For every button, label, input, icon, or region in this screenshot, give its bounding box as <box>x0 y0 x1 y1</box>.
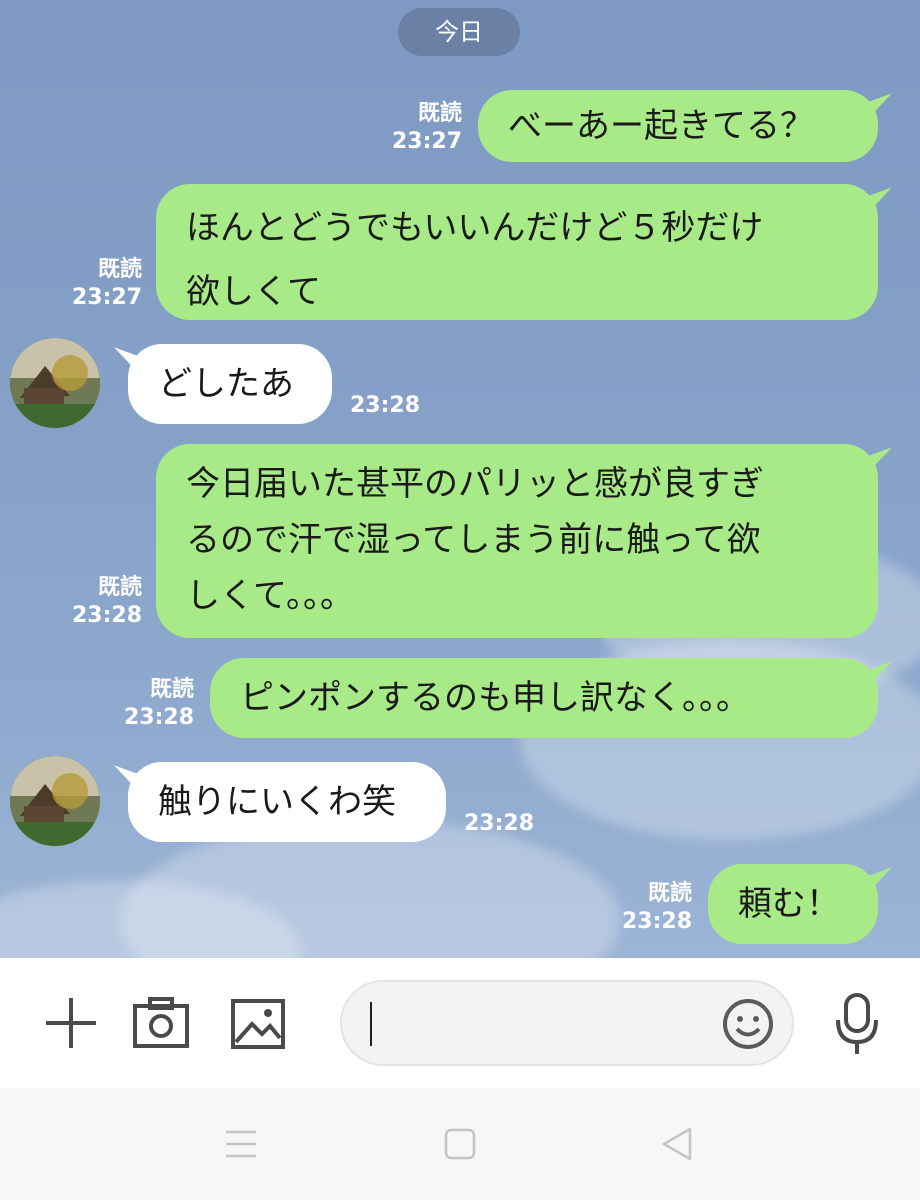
read-receipt: 既読 <box>647 881 692 906</box>
message-meta: 既読 23:27 <box>60 256 142 312</box>
message-meta: 既読 23:27 <box>380 100 462 156</box>
message-line: るので汗で湿ってしまう前に触って欲 <box>186 520 761 560</box>
message-bubble[interactable]: どしたあ <box>128 344 332 424</box>
message-bubble[interactable]: ほんとどうでもいいんだけど５秒だけ 欲しくて <box>156 184 878 320</box>
avatar-photo-icon <box>10 756 100 846</box>
contact-avatar[interactable] <box>10 338 100 428</box>
message-text: どしたあ <box>158 364 294 404</box>
message-time: 23:28 <box>350 393 421 418</box>
microphone-icon[interactable] <box>834 992 880 1060</box>
chat-area[interactable]: 今日 既読 23:27 べーあー起きてる？ 既読 23:27 ほんとどうでもいい… <box>0 0 920 958</box>
message-time: 23:28 <box>71 603 142 628</box>
date-separator: 今日 <box>398 8 520 56</box>
message-bubble[interactable]: べーあー起きてる？ <box>478 90 878 162</box>
menu-icon[interactable] <box>224 1128 258 1164</box>
message-meta: 既読 23:28 <box>610 880 692 936</box>
read-receipt: 既読 <box>149 677 194 702</box>
plus-icon[interactable] <box>42 994 100 1056</box>
image-icon[interactable] <box>230 998 286 1054</box>
text-caret <box>370 1002 372 1046</box>
contact-avatar[interactable] <box>10 756 100 846</box>
message-time: 23:28 <box>464 811 535 836</box>
back-icon[interactable] <box>660 1126 694 1166</box>
camera-icon[interactable] <box>132 996 190 1054</box>
message-line: しくて。。。 <box>186 576 354 616</box>
read-receipt: 既読 <box>97 257 142 282</box>
message-line: 欲しくて <box>186 272 321 312</box>
message-meta: 既読 23:28 <box>60 574 142 630</box>
read-receipt: 既読 <box>97 575 142 600</box>
message-bubble[interactable]: 頼む！ <box>708 864 878 944</box>
message-meta: 既読 23:28 <box>112 676 194 732</box>
message-input[interactable] <box>340 980 794 1066</box>
message-text: 頼む！ <box>738 884 840 924</box>
message-time: 23:27 <box>391 129 462 154</box>
message-line: ほんとどうでもいいんだけど５秒だけ <box>186 208 764 248</box>
message-bubble[interactable]: ピンポンするのも申し訳なく。。。 <box>210 658 878 738</box>
home-icon[interactable] <box>444 1128 476 1164</box>
message-time: 23:28 <box>621 909 692 934</box>
message-bubble[interactable]: 今日届いた甚平のパリッと感が良すぎ るので汗で湿ってしまう前に触って欲 しくて。… <box>156 444 878 638</box>
message-input-bar <box>0 958 920 1088</box>
message-text: 触りにいくわ笑 <box>158 782 396 822</box>
message-time: 23:28 <box>123 705 194 730</box>
read-receipt: 既読 <box>417 101 462 126</box>
avatar-photo-icon <box>10 338 100 428</box>
emoji-icon[interactable] <box>722 998 774 1054</box>
message-text: ピンポンするのも申し訳なく。。。 <box>240 678 750 718</box>
message-bubble[interactable]: 触りにいくわ笑 <box>128 762 446 842</box>
system-nav-bar <box>0 1088 920 1200</box>
message-text: べーあー起きてる？ <box>508 106 814 146</box>
message-line: 今日届いた甚平のパリッと感が良すぎ <box>186 464 764 504</box>
message-time: 23:27 <box>71 285 142 310</box>
